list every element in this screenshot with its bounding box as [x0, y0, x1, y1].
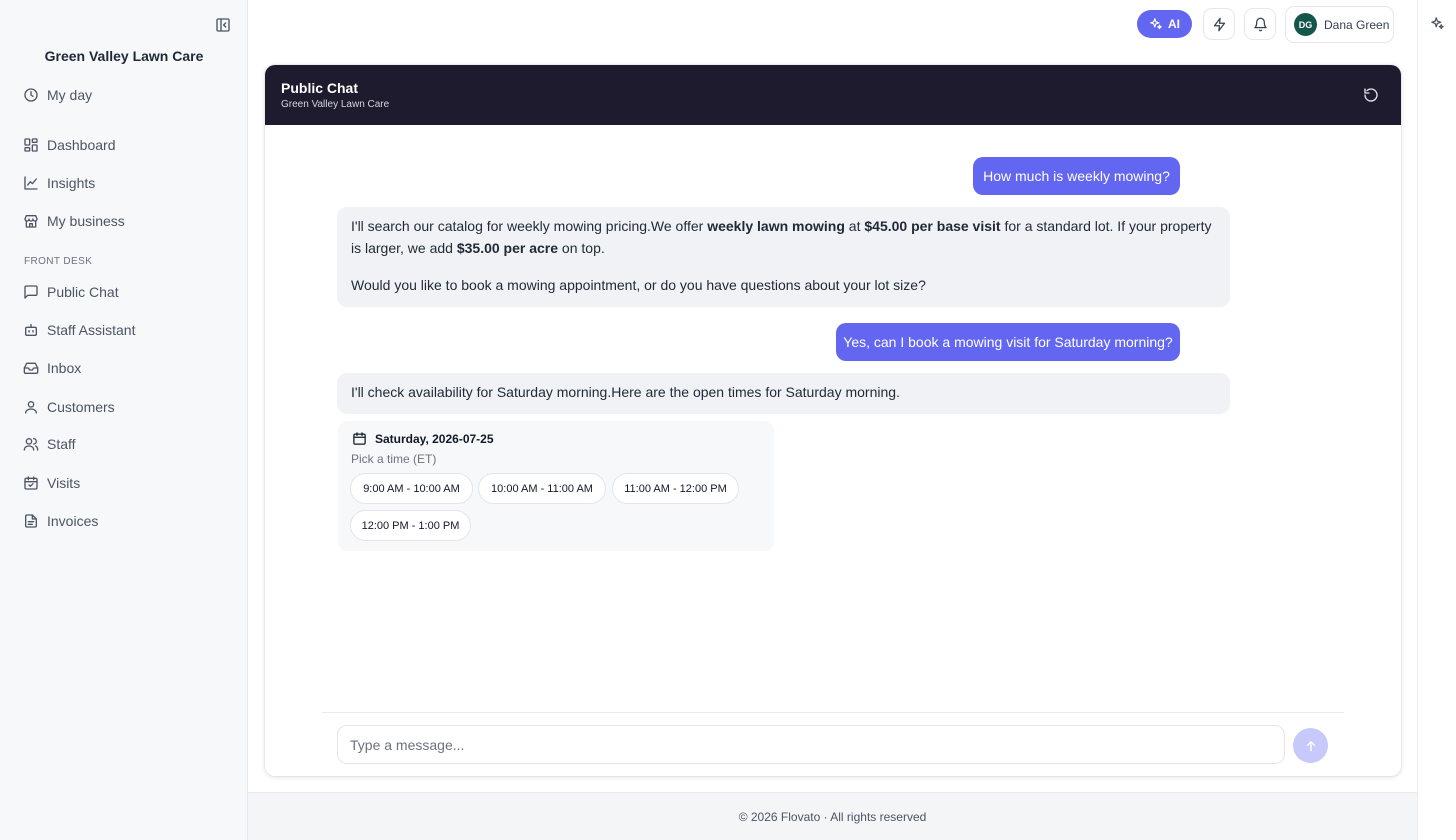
chat-subtitle: Green Valley Lawn Care	[281, 99, 390, 110]
ai-button-label: AI	[1168, 17, 1180, 31]
user-message: Yes, can I book a mowing visit for Satur…	[836, 323, 1180, 361]
dashboard-icon	[24, 138, 38, 152]
chat-title: Public Chat	[281, 80, 359, 96]
notifications-button[interactable]	[1244, 8, 1276, 40]
bell-icon	[1253, 17, 1267, 31]
document-icon	[25, 514, 37, 528]
copyright-text: © 2026 Flovato · All rights reserved	[738, 809, 927, 824]
user-menu[interactable]: DG Dana Green	[1285, 6, 1394, 43]
sidebar-item-label: Dashboard	[47, 137, 116, 153]
chat-header: Public Chat Green Valley Lawn Care	[265, 65, 1401, 125]
chart-line-icon	[24, 176, 38, 190]
sidebar-item-label: Insights	[47, 175, 96, 191]
arrow-up-icon	[1306, 740, 1315, 751]
sidebar-item-my-business[interactable]: My business	[23, 209, 125, 233]
user-icon	[25, 401, 37, 414]
slot-date: Saturday, 2026-07-25	[352, 431, 494, 446]
sidebar-item-label: Staff Assistant	[47, 322, 136, 338]
lightning-icon	[1213, 17, 1225, 31]
time-slot-button[interactable]: 9:00 AM - 10:00 AM	[350, 473, 473, 504]
footer: © 2026 Flovato · All rights reserved	[248, 792, 1417, 840]
slot-hint: Pick a time (ET)	[351, 452, 437, 466]
inbox-icon	[23, 362, 39, 374]
sidebar-item-customers[interactable]: Customers	[23, 395, 115, 419]
right-rail	[1417, 0, 1456, 840]
sidebar-item-dashboard[interactable]: Dashboard	[23, 133, 116, 157]
message-paragraph: I'll check availability for Saturday mor…	[351, 384, 900, 400]
chat-panel: Public Chat Green Valley Lawn Care How m…	[265, 65, 1401, 776]
business-name: Green Valley Lawn Care	[44, 48, 204, 64]
sidebar-item-label: Public Chat	[47, 284, 119, 300]
time-slot-button[interactable]: 12:00 PM - 1:00 PM	[350, 510, 471, 541]
sidebar-item-visits[interactable]: Visits	[23, 471, 80, 495]
refresh-icon[interactable]	[1363, 87, 1379, 103]
assistant-message: I'll search our catalog for weekly mowin…	[337, 207, 1230, 306]
composer-divider	[322, 712, 1344, 713]
bot-icon	[25, 324, 37, 336]
time-slot-button[interactable]: 10:00 AM - 11:00 AM	[478, 473, 606, 504]
sidebar-item-label: Staff	[47, 436, 76, 452]
sidebar-item-staff-assistant[interactable]: Staff Assistant	[23, 318, 135, 342]
sidebar: Green Valley Lawn Care My day Dashboard …	[0, 0, 248, 840]
topbar: AI DG Dana Green	[248, 0, 1417, 48]
sidebar-item-inbox[interactable]: Inbox	[23, 356, 81, 380]
sidebar-item-label: My business	[47, 213, 125, 229]
time-slot-picker: Saturday, 2026-07-25 Pick a time (ET) 9:…	[338, 421, 774, 551]
sidebar-item-insights[interactable]: Insights	[23, 171, 95, 195]
message-paragraph: Would you like to book a mowing appointm…	[351, 277, 926, 293]
send-button[interactable]	[1293, 728, 1328, 763]
sidebar-collapse-icon[interactable]	[215, 17, 231, 33]
sidebar-item-label: Invoices	[47, 513, 99, 529]
sidebar-item-public-chat[interactable]: Public Chat	[23, 280, 119, 304]
message-input[interactable]	[337, 725, 1285, 764]
store-icon	[24, 215, 38, 228]
avatar: DG	[1294, 13, 1317, 36]
user-name: Dana Green	[1324, 17, 1390, 32]
clock-icon	[24, 88, 38, 102]
section-label-front-desk: FRONT DESK	[24, 256, 93, 267]
sparkles-icon[interactable]	[1430, 16, 1445, 31]
quick-actions-button[interactable]	[1203, 8, 1235, 40]
sidebar-item-label: My day	[47, 87, 93, 103]
time-slot-button[interactable]: 11:00 AM - 12:00 PM	[612, 473, 739, 504]
message-icon	[24, 285, 38, 299]
sidebar-item-label: Inbox	[47, 360, 82, 376]
sidebar-item-my-day[interactable]: My day	[23, 83, 92, 107]
sidebar-item-label: Visits	[47, 475, 81, 491]
users-icon	[23, 438, 39, 451]
calendar-check-icon	[24, 476, 38, 490]
sparkles-icon	[1150, 18, 1162, 30]
ai-button[interactable]: AI	[1137, 10, 1192, 38]
assistant-message: I'll check availability for Saturday mor…	[337, 373, 1230, 413]
calendar-icon	[353, 432, 366, 445]
sidebar-item-invoices[interactable]: Invoices	[23, 509, 98, 533]
sidebar-item-label: Customers	[47, 399, 115, 415]
message-paragraph: I'll search our catalog for weekly mowin…	[351, 218, 1212, 256]
slot-date-label: Saturday, 2026-07-25	[375, 431, 494, 446]
user-message: How much is weekly mowing?	[973, 157, 1180, 195]
sidebar-item-staff[interactable]: Staff	[23, 432, 76, 456]
